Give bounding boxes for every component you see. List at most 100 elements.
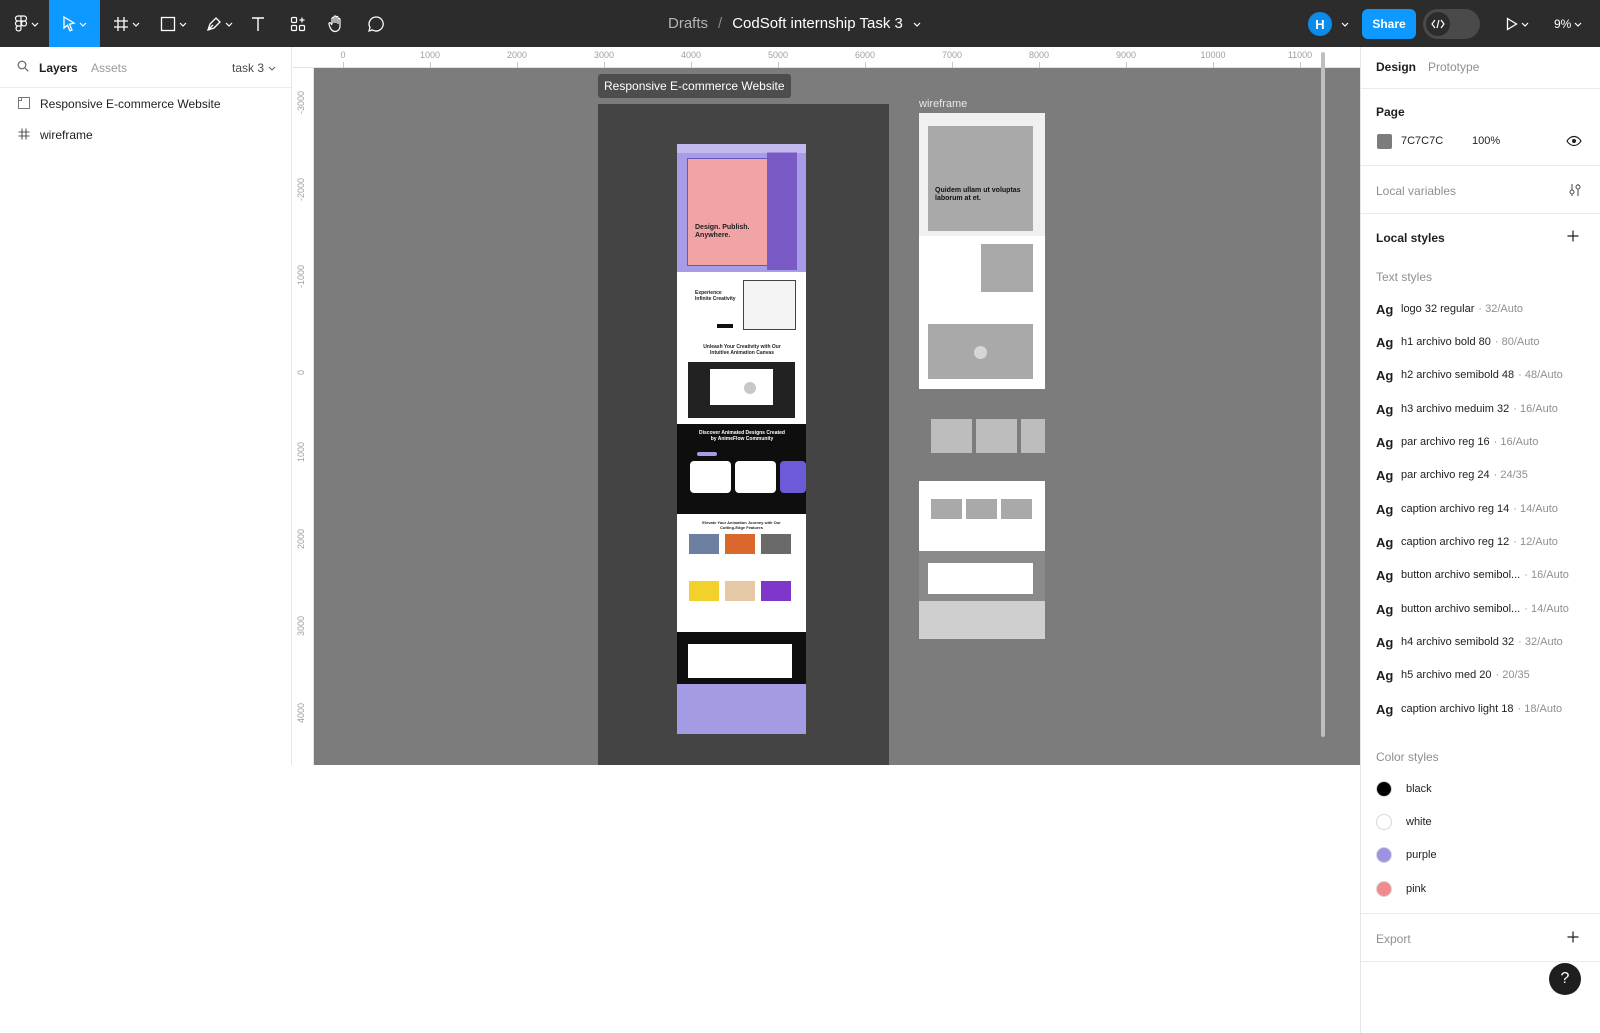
zoom-control[interactable]: 9% (1554, 0, 1582, 47)
text-style-item[interactable]: Ag button archivo semibol... · 16/Auto (1376, 565, 1591, 585)
components-button[interactable] (288, 0, 308, 47)
creativity-title: Experience Infinite Creativity (695, 290, 736, 302)
layers-panel: Layers Assets task 3 Responsive E-commer… (0, 47, 292, 765)
left-panel-tabs: Layers Assets task 3 (0, 47, 291, 88)
text-style-icon: Ag (1376, 301, 1394, 317)
text-style-item[interactable]: Ag caption archivo reg 14 · 14/Auto (1376, 499, 1591, 519)
color-style-item[interactable]: white (1376, 812, 1432, 832)
comment-icon (368, 15, 384, 32)
text-style-item[interactable]: Ag logo 32 regular · 32/Auto (1376, 299, 1591, 319)
page-selector[interactable]: task 3 (232, 61, 276, 75)
color-swatch (1376, 881, 1392, 897)
main-menu-button[interactable] (8, 0, 44, 47)
text-style-item[interactable]: Ag caption archivo reg 12 · 12/Auto (1376, 532, 1591, 552)
move-tool-button[interactable] (49, 0, 100, 47)
page-color-opacity[interactable]: 100% (1472, 135, 1500, 147)
divider (1361, 165, 1600, 166)
review-card (688, 644, 792, 678)
text-style-spec: · 12/Auto (1513, 536, 1558, 548)
feature-card (725, 581, 755, 601)
tab-prototype[interactable]: Prototype (1428, 60, 1479, 74)
text-style-item[interactable]: Ag caption archivo light 18 · 18/Auto (1376, 699, 1591, 719)
text-style-item[interactable]: Ag h5 archivo med 20 · 20/35 (1376, 665, 1591, 685)
color-style-name: black (1406, 783, 1432, 795)
wireframe-label[interactable]: wireframe (919, 98, 967, 110)
tab-assets[interactable]: Assets (91, 61, 127, 75)
export-label[interactable]: Export (1376, 932, 1411, 946)
search-icon[interactable] (17, 60, 29, 72)
present-button[interactable] (1500, 0, 1534, 47)
chevron-down-icon[interactable] (1341, 20, 1349, 28)
file-name[interactable]: CodSoft internship Task 3 (732, 15, 903, 32)
pen-tool-icon (206, 16, 221, 31)
text-style-item[interactable]: Ag h2 archivo semibold 48 · 48/Auto (1376, 365, 1591, 385)
layer-row[interactable]: wireframe (0, 119, 291, 149)
page-color-hex[interactable]: 7C7C7C (1401, 135, 1443, 147)
figma-menu-icon (14, 14, 27, 32)
page-color-swatch[interactable] (1377, 134, 1392, 149)
site-footer (677, 684, 806, 734)
comment-tool-button[interactable] (366, 0, 386, 47)
dev-mode-toggle[interactable] (1423, 9, 1480, 39)
ruler-tick-label: 2000 (296, 528, 306, 549)
text-style-item[interactable]: Ag h4 archivo semibold 32 · 32/Auto (1376, 632, 1591, 652)
wireframe-frame[interactable]: Quidem ullam ut voluptas laborum at et. (919, 113, 1045, 639)
plus-icon[interactable] (1567, 931, 1579, 943)
share-button[interactable]: Share (1362, 9, 1416, 39)
local-variables-label[interactable]: Local variables (1376, 184, 1456, 198)
variables-settings-icon[interactable] (1569, 183, 1581, 197)
text-style-icon: Ag (1376, 467, 1394, 483)
help-button[interactable]: ? (1549, 963, 1581, 995)
text-style-item[interactable]: Ag button archivo semibol... · 14/Auto (1376, 599, 1591, 619)
ruler-tick-label: -1000 (296, 264, 306, 288)
color-style-item[interactable]: black (1376, 779, 1432, 799)
text-style-spec: · 80/Auto (1494, 336, 1540, 348)
wireframe-video (919, 306, 1045, 389)
frame-label[interactable]: Responsive E-commerce Website (598, 74, 791, 98)
avatar[interactable]: H (1308, 12, 1332, 36)
text-style-spec: · 14/Auto (1513, 503, 1558, 515)
hero-title: Design. Publish. Anywhere. (695, 224, 750, 239)
text-style-item[interactable]: Ag h1 archivo bold 80 · 80/Auto (1376, 332, 1591, 352)
breadcrumb-drafts[interactable]: Drafts (668, 15, 708, 32)
text-tool-button[interactable] (248, 0, 268, 47)
layer-row[interactable]: Responsive E-commerce Website (0, 88, 291, 118)
discover-section: Discover Animated Designs Created by Ani… (677, 424, 806, 514)
pen-tool-button[interactable] (201, 0, 237, 47)
color-swatch (1376, 814, 1392, 830)
canvas-scrollbar[interactable] (1321, 52, 1325, 737)
chevron-down-icon[interactable] (913, 20, 921, 28)
website-frame[interactable]: Design. Publish. Anywhere. Experience In… (677, 144, 806, 734)
wireframe-hero-title: Quidem ullam ut voluptas laborum at et. (935, 187, 1021, 202)
text-style-icon: Ag (1376, 601, 1394, 617)
plus-icon[interactable] (1567, 230, 1579, 242)
reviews-section (677, 632, 806, 684)
ruler-tick-label: 2000 (506, 50, 528, 60)
design-canvas[interactable]: 0 1000 2000 3000 4000 5000 6000 7000 8000 9000 100… (293, 47, 1360, 765)
text-style-item[interactable]: Ag par archivo reg 16 · 16/Auto (1376, 432, 1591, 452)
text-style-icon: Ag (1376, 534, 1394, 550)
text-style-icon: Ag (1376, 501, 1394, 517)
hand-tool-button[interactable] (326, 0, 346, 47)
shape-tool-button[interactable] (155, 0, 191, 47)
right-panel-tabs: Design Prototype (1361, 47, 1600, 88)
ruler-tick (604, 62, 605, 68)
frame-tool-button[interactable] (108, 0, 144, 47)
wireframe-reviews (919, 551, 1045, 601)
text-style-item[interactable]: Ag h3 archivo meduim 32 · 16/Auto (1376, 399, 1591, 419)
ruler-tick (1039, 62, 1040, 68)
eye-icon[interactable] (1566, 135, 1582, 147)
color-style-item[interactable]: pink (1376, 879, 1426, 899)
text-style-item[interactable]: Ag par archivo reg 24 · 24/35 (1376, 465, 1591, 485)
tab-layers[interactable]: Layers (39, 61, 78, 75)
wireframe-footer (919, 601, 1045, 639)
text-style-icon: Ag (1376, 367, 1394, 383)
tab-design[interactable]: Design (1376, 60, 1416, 74)
frame-hash-icon (18, 128, 30, 140)
text-style-icon: Ag (1376, 567, 1394, 583)
color-style-item[interactable]: purple (1376, 845, 1437, 865)
text-style-name: par archivo reg 16 (1401, 436, 1490, 448)
play-icon (974, 346, 987, 359)
ruler-tick-label: 4000 (296, 702, 306, 723)
divider (1361, 213, 1600, 214)
